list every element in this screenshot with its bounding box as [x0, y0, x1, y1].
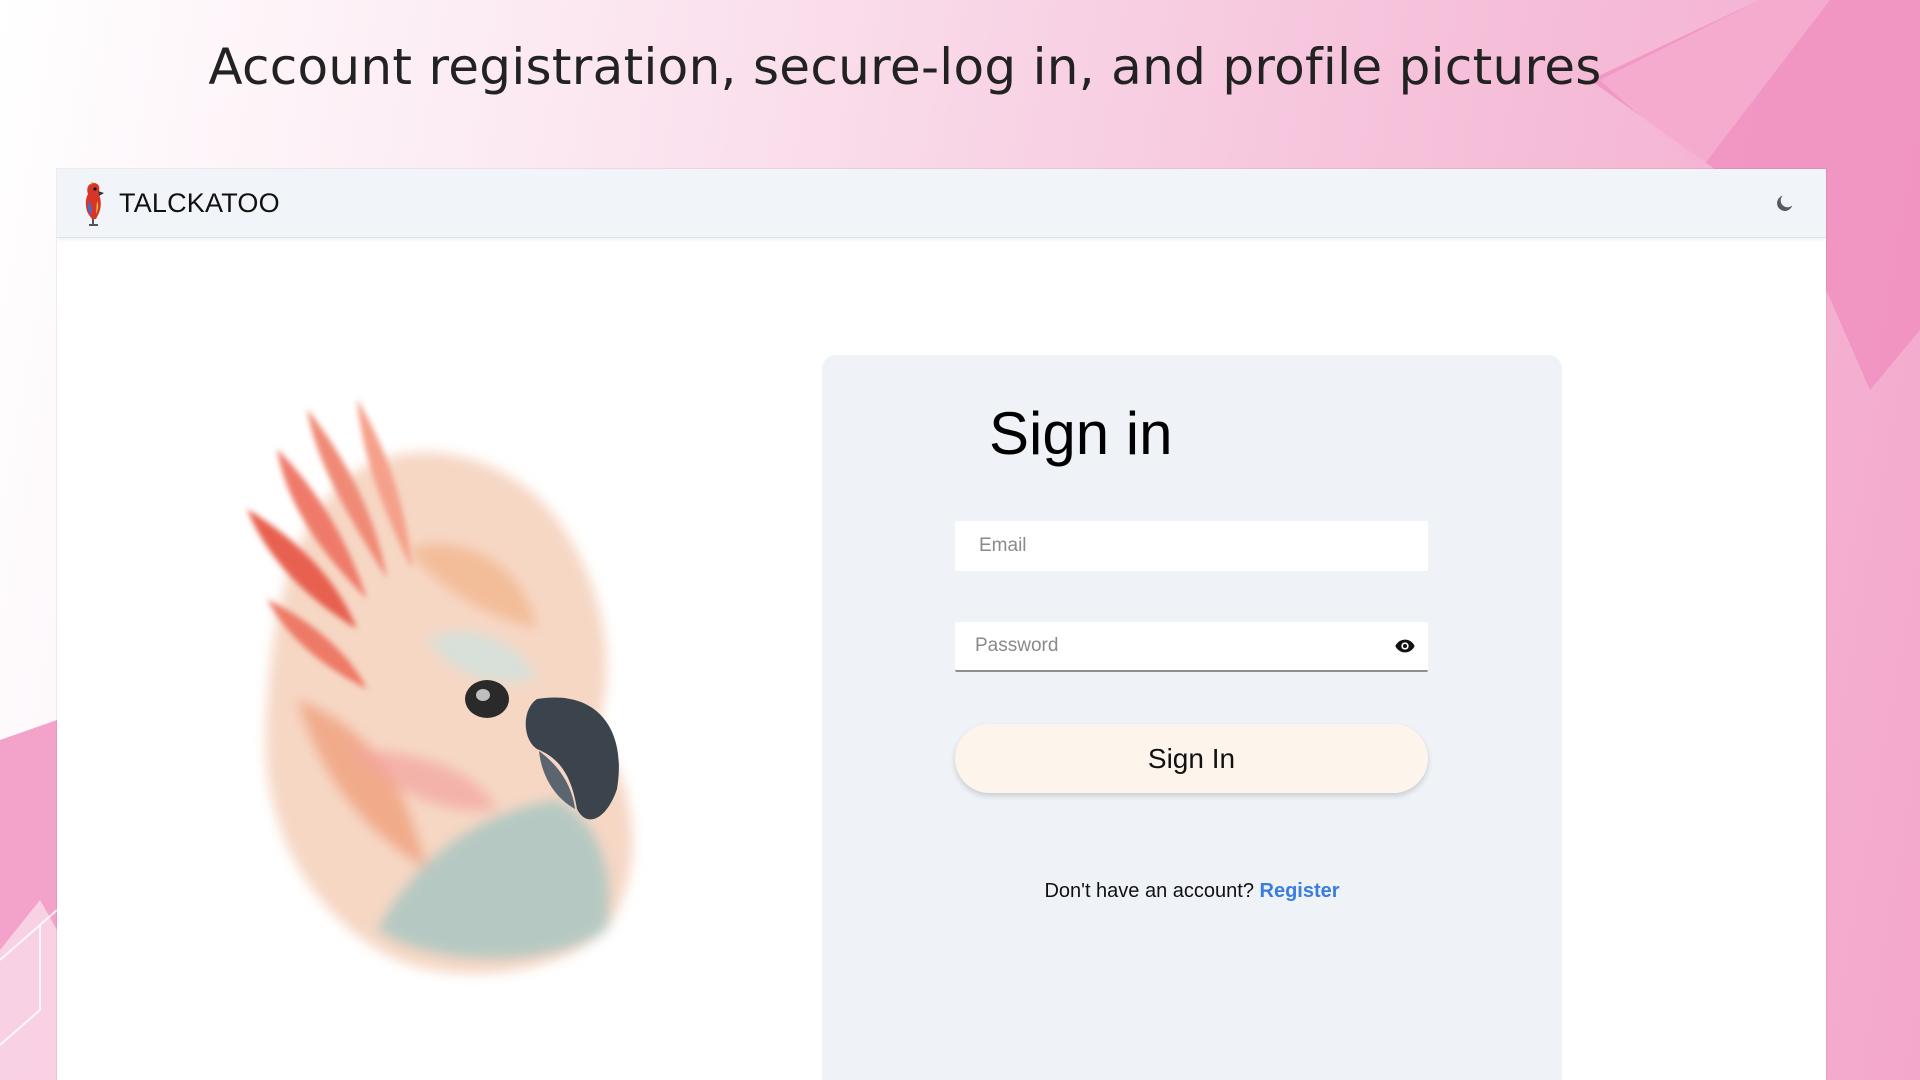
register-prompt-text: Don't have an account? [1044, 880, 1260, 902]
brand[interactable]: TALCKATOO [79, 179, 280, 227]
signin-button[interactable]: Sign In [955, 724, 1428, 793]
email-input[interactable] [955, 521, 1428, 571]
signin-heading: Sign in [989, 400, 1173, 467]
password-input[interactable] [955, 622, 1375, 670]
app-window: TALCKATOO Sign in Email Sign In Don't ha… [57, 169, 1826, 1080]
register-prompt-line: Don't have an account? Register [822, 880, 1562, 903]
cockatoo-illustration [247, 399, 633, 974]
signin-card: Sign in Sign In Don't have an account? R… [822, 355, 1562, 1080]
brand-name: TALCKATOO [119, 187, 280, 218]
register-link[interactable]: Register [1260, 880, 1340, 902]
moon-icon [1777, 195, 1793, 211]
eye-icon[interactable] [1394, 635, 1416, 657]
password-field[interactable] [955, 622, 1428, 672]
theme-toggle-button[interactable] [1770, 188, 1800, 218]
navbar: TALCKATOO [57, 169, 1826, 238]
slide-title: Account registration, secure-log in, and… [208, 38, 1602, 96]
parrot-logo-icon [85, 181, 104, 226]
